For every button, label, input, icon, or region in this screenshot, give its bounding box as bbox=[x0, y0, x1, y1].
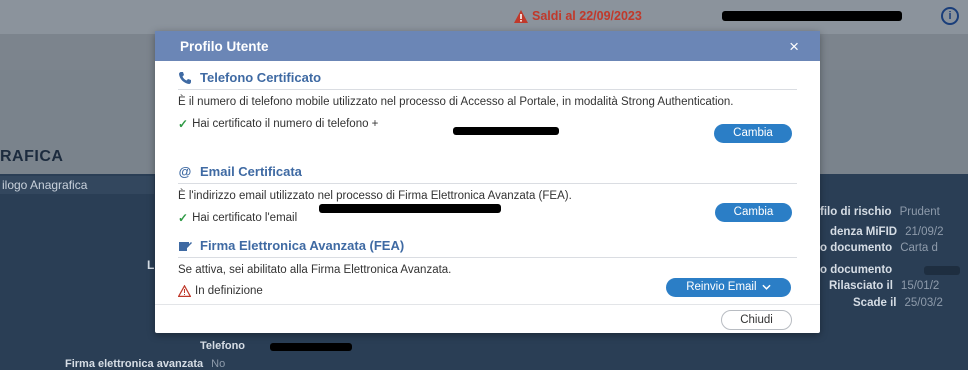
field-value: Prudent bbox=[899, 206, 940, 218]
field-label: Firma elettronica avanzata bbox=[65, 358, 204, 370]
change-phone-button[interactable]: Cambia bbox=[714, 124, 792, 143]
warning-icon bbox=[514, 9, 528, 23]
dialog-title: Profilo Utente bbox=[180, 38, 269, 54]
fea-description: Se attiva, sei abilitato alla Firma Elet… bbox=[178, 264, 452, 276]
field-value: 21/09/2 bbox=[905, 226, 944, 238]
at-icon: @ bbox=[178, 164, 192, 179]
profile-field-issued: Rilasciato il 15/01/2 bbox=[829, 280, 939, 292]
divider bbox=[178, 183, 797, 184]
field-label: Telefono bbox=[200, 340, 246, 352]
phone-description: È il numero di telefono mobile utilizzat… bbox=[178, 96, 734, 108]
divider bbox=[178, 89, 797, 90]
check-icon: ✓ bbox=[178, 117, 189, 131]
field-value: 15/01/2 bbox=[900, 280, 940, 292]
fea-status-text: In definizione bbox=[195, 285, 263, 297]
profile-field-doc-number: o documento bbox=[820, 264, 892, 276]
close-dialog-button[interactable]: Chiudi bbox=[721, 310, 792, 330]
field-label: o documento bbox=[820, 242, 893, 254]
email-section-heading: @ Email Certificata bbox=[178, 164, 797, 179]
phone-section-heading: Telefono Certificato bbox=[178, 70, 797, 85]
profile-field-mifid: denza MiFID 21/09/2 bbox=[830, 226, 943, 238]
redacted-email bbox=[319, 204, 501, 213]
info-icon[interactable]: i bbox=[941, 7, 959, 25]
phone-section: Telefono Certificato È il numero di tele… bbox=[178, 70, 797, 131]
profile-field-fea: Firma elettronica avanzata No bbox=[65, 358, 225, 370]
balance-date-notice: Saldi al 22/09/2023 bbox=[514, 9, 642, 23]
signature-icon bbox=[179, 241, 192, 251]
phone-status-text: Hai certificato il numero di telefono + bbox=[192, 118, 379, 130]
chevron-down-icon bbox=[762, 284, 771, 290]
field-value: Carta d bbox=[900, 242, 938, 254]
profile-field-expiry: Scade il 25/03/2 bbox=[853, 297, 943, 309]
dialog-header: Profilo Utente × bbox=[155, 31, 820, 61]
redacted-phone-number bbox=[453, 127, 559, 135]
resend-email-button[interactable]: Reinvio Email bbox=[666, 278, 791, 297]
redacted-doc-number bbox=[924, 266, 960, 275]
check-icon: ✓ bbox=[178, 211, 189, 225]
balance-date-text: Saldi al 22/09/2023 bbox=[532, 9, 642, 23]
email-description: È l'indirizzo email utilizzato nel proce… bbox=[178, 190, 572, 202]
change-email-button[interactable]: Cambia bbox=[715, 203, 792, 222]
phone-icon bbox=[179, 71, 191, 84]
email-status: ✓ Hai certificato l'email bbox=[178, 211, 797, 225]
profile-field-telefono: Telefono bbox=[200, 340, 245, 352]
email-section: @ Email Certificata È l'indirizzo email … bbox=[178, 164, 797, 225]
tab-riepilogo-anagrafica[interactable]: ilogo Anagrafica bbox=[0, 176, 154, 194]
warning-icon bbox=[178, 285, 191, 297]
dialog-footer-divider bbox=[155, 304, 820, 305]
profile-field-risk: filo di rischio Prudent bbox=[820, 206, 940, 218]
close-icon[interactable]: × bbox=[789, 38, 799, 55]
fea-section-heading: Firma Elettronica Avanzata (FEA) bbox=[178, 238, 797, 253]
field-value: 25/03/2 bbox=[904, 297, 943, 309]
field-label: Rilasciato il bbox=[829, 280, 893, 292]
profile-field-doc-type: o documento Carta d bbox=[820, 242, 938, 254]
field-label-fragment: L bbox=[147, 258, 155, 272]
email-heading-text: Email Certificata bbox=[200, 164, 302, 179]
field-label: o documento bbox=[820, 264, 893, 276]
field-label: Scade il bbox=[853, 297, 897, 309]
phone-heading-text: Telefono Certificato bbox=[200, 70, 322, 85]
field-value: No bbox=[211, 358, 226, 370]
field-label: denza MiFID bbox=[830, 226, 898, 238]
redacted-phone bbox=[270, 343, 352, 351]
resend-email-label: Reinvio Email bbox=[686, 281, 757, 293]
redacted-user-name bbox=[722, 11, 902, 21]
fea-heading-text: Firma Elettronica Avanzata (FEA) bbox=[200, 238, 405, 253]
user-profile-dialog: Profilo Utente × Telefono Certificato È … bbox=[155, 31, 820, 333]
email-status-text: Hai certificato l'email bbox=[192, 212, 298, 224]
section-title: RAFICA bbox=[0, 148, 64, 165]
field-label: filo di rischio bbox=[820, 206, 892, 218]
divider bbox=[178, 257, 797, 258]
